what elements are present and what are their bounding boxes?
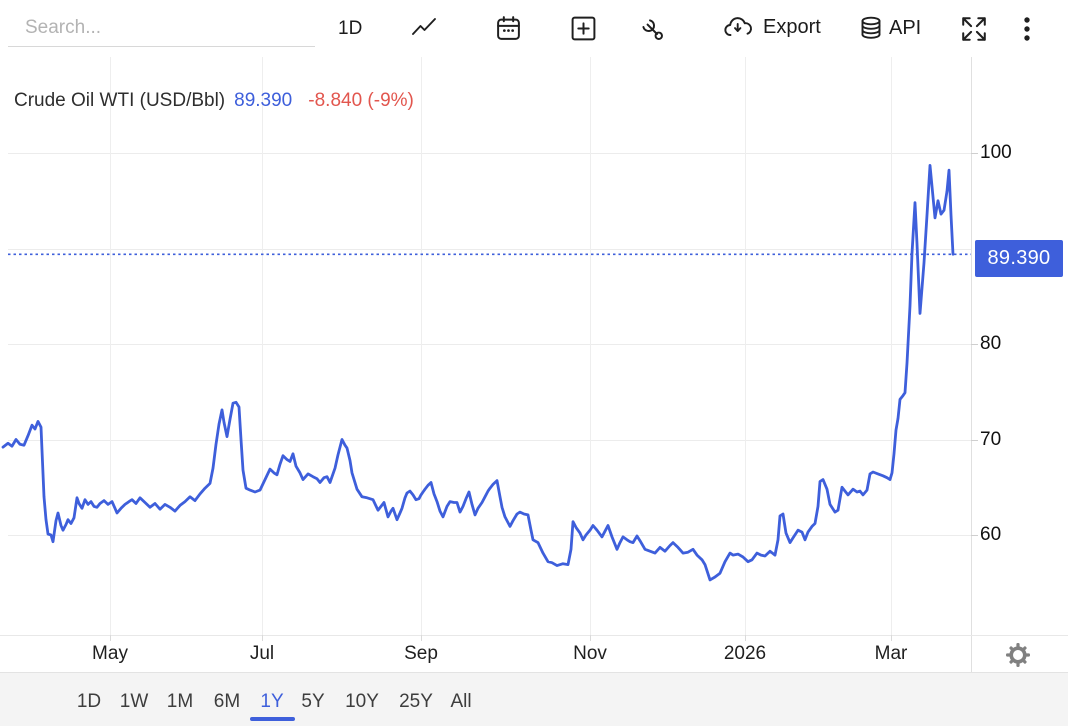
range-tab-1y[interactable]: 1Y <box>260 691 283 713</box>
range-tab-25y[interactable]: 25Y <box>399 691 433 713</box>
range-tab-1d[interactable]: 1D <box>77 691 101 713</box>
last-price-value: 89.390 <box>234 90 292 112</box>
chart-legend: Crude Oil WTI (USD/Bbl) 89.390 -8.840 (-… <box>14 90 414 112</box>
price-line-path <box>3 165 953 580</box>
instrument-title: Crude Oil WTI (USD/Bbl) <box>14 90 225 112</box>
range-tab-10y[interactable]: 10Y <box>345 691 379 713</box>
active-tab-underline <box>250 717 295 721</box>
range-tab-1w[interactable]: 1W <box>120 691 149 713</box>
settings-button[interactable] <box>1004 641 1032 669</box>
range-tab-bar: 1D 1W 1M 6M 1Y 5Y 10Y 25Y All <box>0 672 1068 726</box>
price-change-value: -8.840 (-9%) <box>308 90 414 112</box>
last-price-badge-value: 89.390 <box>988 247 1051 270</box>
last-price-badge: 89.390 <box>975 240 1063 277</box>
settings-gear-icon <box>1004 641 1032 669</box>
range-tab-6m[interactable]: 6M <box>214 691 240 713</box>
range-tab-1m[interactable]: 1M <box>167 691 193 713</box>
chart-widget: 1D <box>0 0 1068 726</box>
range-tab-all[interactable]: All <box>450 691 471 713</box>
range-tab-5y[interactable]: 5Y <box>301 691 324 713</box>
